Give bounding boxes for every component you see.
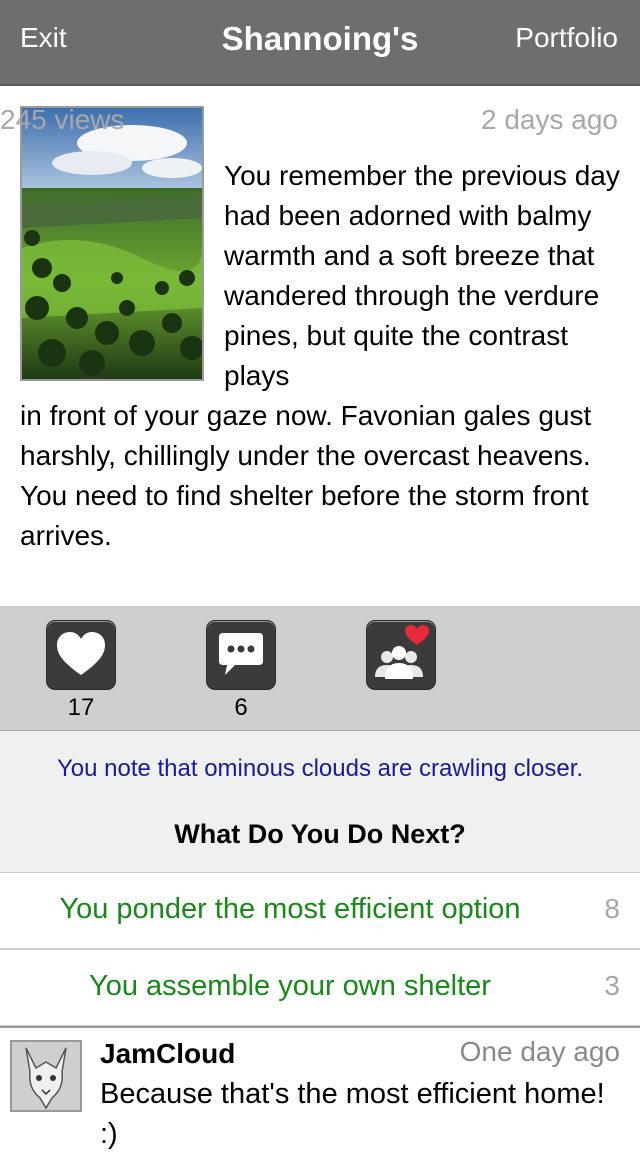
heart-icon	[57, 632, 105, 675]
narration-text: You note that ominous clouds are crawlin…	[56, 755, 584, 782]
portfolio-button[interactable]: Portfolio	[515, 22, 618, 54]
people-heart-icon	[375, 625, 429, 679]
choice-count: 3	[604, 970, 620, 1001]
comment-count: 6	[234, 694, 248, 721]
comment-text: Because that's the most efficient home! …	[100, 1078, 605, 1150]
avatar[interactable]	[10, 1040, 82, 1112]
speech-bubble-icon	[219, 633, 263, 675]
comment-button[interactable]	[206, 620, 276, 690]
next-question: What Do You Do Next?	[174, 819, 466, 849]
story-text-wrapped: You remember the previous day had been a…	[224, 160, 620, 391]
view-count: 245 views	[0, 104, 125, 135]
choice-label: You assemble your own shelter	[89, 970, 491, 1002]
action-bar: 17 6	[0, 606, 640, 731]
like-button[interactable]	[46, 620, 116, 690]
like-count: 17	[67, 694, 95, 721]
follow-button[interactable]	[366, 620, 436, 690]
fox-avatar-image	[12, 1042, 80, 1110]
story-text-continued: in front of your gaze now. Favonian gale…	[0, 396, 640, 556]
choice-option[interactable]: You ponder the most efficient option 8	[0, 873, 640, 950]
prompt-area: You note that ominous clouds are crawlin…	[0, 731, 640, 873]
post-time: 2 days ago	[481, 104, 618, 135]
comment-time: One day ago	[459, 1036, 620, 1067]
comment-item: JamCloud One day ago Because that's the …	[0, 1026, 640, 1150]
comment-username[interactable]: JamCloud	[100, 1038, 235, 1070]
choice-option[interactable]: You assemble your own shelter 3	[0, 950, 640, 1027]
choice-label: You ponder the most efficient option	[59, 893, 521, 925]
story-meta: 245 views 2 days ago	[0, 86, 640, 156]
story-text-full: in front of your gaze now. Favonian gale…	[20, 400, 592, 551]
story-section: 245 views 2 days ago You remember the pr…	[0, 86, 640, 606]
choice-count: 8	[604, 893, 620, 924]
nav-bar: Exit Shannoing's Portfolio	[0, 0, 640, 86]
